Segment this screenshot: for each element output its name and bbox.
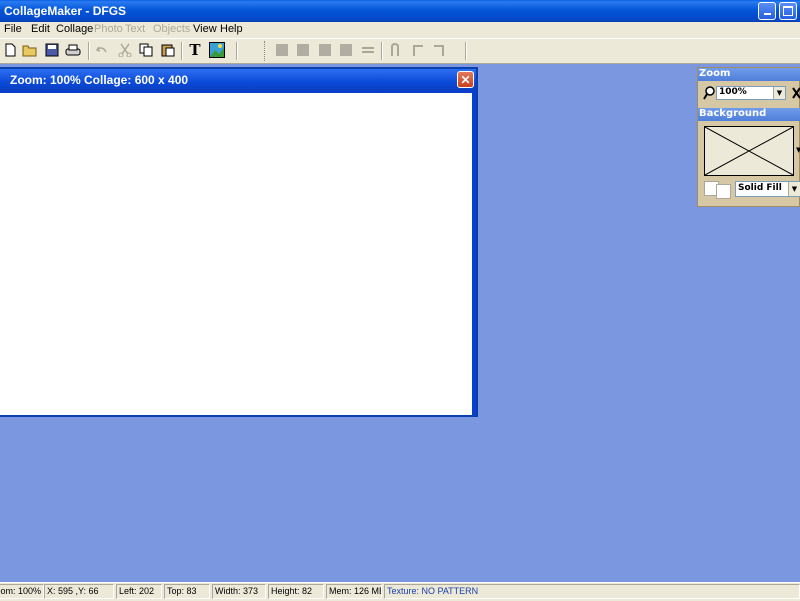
- background-header-label: Background: [699, 108, 767, 119]
- zoom-header-label: Zoom: [699, 68, 731, 79]
- rotate-left-icon: [413, 45, 423, 56]
- status-coordinates: X: 595 ,Y: 66: [44, 584, 114, 599]
- background-panel-header: Background: [698, 108, 800, 121]
- equal-icon: [362, 47, 374, 53]
- status-width: Width: 373: [212, 584, 266, 599]
- magnifier-icon: [703, 86, 715, 100]
- undo-button[interactable]: [94, 42, 110, 58]
- collage-window-titlebar[interactable]: Zoom: 100% Collage: 600 x 400 ✕: [0, 69, 476, 91]
- menu-objects[interactable]: Objects: [153, 23, 190, 35]
- print-icon: [65, 44, 81, 56]
- copy-icon: [139, 43, 153, 57]
- cut-button[interactable]: [117, 42, 133, 58]
- toolbar-grip[interactable]: [264, 41, 268, 61]
- flip-button[interactable]: [388, 42, 404, 58]
- cut-icon: [118, 43, 132, 57]
- status-top: Top: 83: [164, 584, 210, 599]
- align-button-1[interactable]: [274, 42, 290, 58]
- flip-icon: [391, 43, 399, 56]
- close-icon: ✕: [460, 72, 471, 87]
- align-button-2[interactable]: [295, 42, 311, 58]
- title-bar: CollageMaker - DFGS: [0, 0, 800, 22]
- equal-size-button[interactable]: [360, 42, 376, 58]
- toolbar-separator: [181, 42, 183, 60]
- status-zoom: Zoom: 100%: [0, 584, 44, 599]
- align-icon: [340, 44, 352, 56]
- zoom-select-value: 100%: [719, 87, 747, 97]
- status-memory: Mem: 126 MB: [326, 584, 382, 599]
- menu-edit[interactable]: Edit: [31, 23, 50, 35]
- open-folder-icon: [22, 45, 37, 57]
- new-button[interactable]: [2, 42, 18, 58]
- print-button[interactable]: [65, 42, 81, 58]
- no-image-icon: [705, 127, 793, 175]
- properties-panel: Zoom 100% ▼ Background ▼ Solid Fill ▼: [697, 67, 800, 207]
- restore-button[interactable]: [779, 2, 797, 20]
- menu-photo[interactable]: Photo: [94, 23, 123, 35]
- collage-window-title: Zoom: 100% Collage: 600 x 400: [10, 73, 189, 87]
- restore-icon: [783, 6, 793, 16]
- rotate-right-button[interactable]: [431, 42, 447, 58]
- fit-zoom-icon[interactable]: [792, 86, 800, 100]
- menu-help[interactable]: Help: [220, 23, 243, 35]
- align-button-4[interactable]: [338, 42, 354, 58]
- save-button[interactable]: [44, 42, 60, 58]
- chevron-down-icon[interactable]: ▼: [773, 87, 785, 99]
- align-icon: [319, 44, 331, 56]
- close-button[interactable]: ✕: [457, 71, 474, 88]
- status-height: Height: 82: [268, 584, 324, 599]
- toolbar-separator: [236, 42, 238, 60]
- foreground-color-swatch[interactable]: [716, 184, 731, 199]
- text-tool-button[interactable]: T: [187, 41, 203, 59]
- align-button-3[interactable]: [317, 42, 333, 58]
- fill-type-value: Solid Fill: [738, 183, 782, 193]
- rotate-left-button[interactable]: [410, 42, 426, 58]
- chevron-down-icon[interactable]: ▼: [788, 182, 800, 196]
- align-icon: [297, 44, 309, 56]
- menu-file[interactable]: File: [4, 23, 22, 35]
- menu-bar: File Edit Collage Photo Text Objects Vie…: [0, 22, 800, 39]
- window-title: CollageMaker - DFGS: [4, 4, 127, 18]
- status-bar: Zoom: 100% X: 595 ,Y: 66 Left: 202 Top: …: [0, 582, 800, 601]
- undo-icon: [95, 46, 107, 53]
- paste-button[interactable]: [160, 42, 176, 58]
- menu-text[interactable]: Text: [125, 23, 145, 35]
- open-button[interactable]: [22, 42, 38, 58]
- zoom-panel-header: Zoom: [698, 68, 800, 81]
- chevron-down-icon[interactable]: ▼: [796, 146, 800, 154]
- copy-button[interactable]: [138, 42, 154, 58]
- fill-type-select[interactable]: Solid Fill ▼: [735, 181, 800, 197]
- align-icon: [276, 44, 288, 56]
- new-file-icon: [5, 43, 16, 57]
- zoom-select[interactable]: 100% ▼: [716, 86, 786, 100]
- background-preview[interactable]: [704, 126, 794, 176]
- rotate-right-icon: [434, 45, 444, 56]
- toolbar-separator: [381, 42, 383, 60]
- menu-view[interactable]: View: [193, 23, 217, 35]
- collage-window: Zoom: 100% Collage: 600 x 400 ✕: [0, 67, 478, 417]
- toolbar: T: [0, 39, 800, 64]
- image-tool-button[interactable]: [209, 42, 225, 58]
- menu-collage[interactable]: Collage: [56, 23, 93, 35]
- status-left: Left: 202: [116, 584, 162, 599]
- toolbar-separator: [88, 42, 90, 60]
- picture-icon: [209, 42, 225, 58]
- minimize-icon: [763, 13, 771, 15]
- minimize-button[interactable]: [758, 2, 776, 20]
- toolbar-separator: [465, 42, 467, 60]
- paste-icon: [161, 44, 175, 57]
- save-icon: [45, 43, 59, 57]
- status-texture: Texture: NO PATTERN: [384, 584, 800, 599]
- collage-canvas[interactable]: [0, 93, 472, 415]
